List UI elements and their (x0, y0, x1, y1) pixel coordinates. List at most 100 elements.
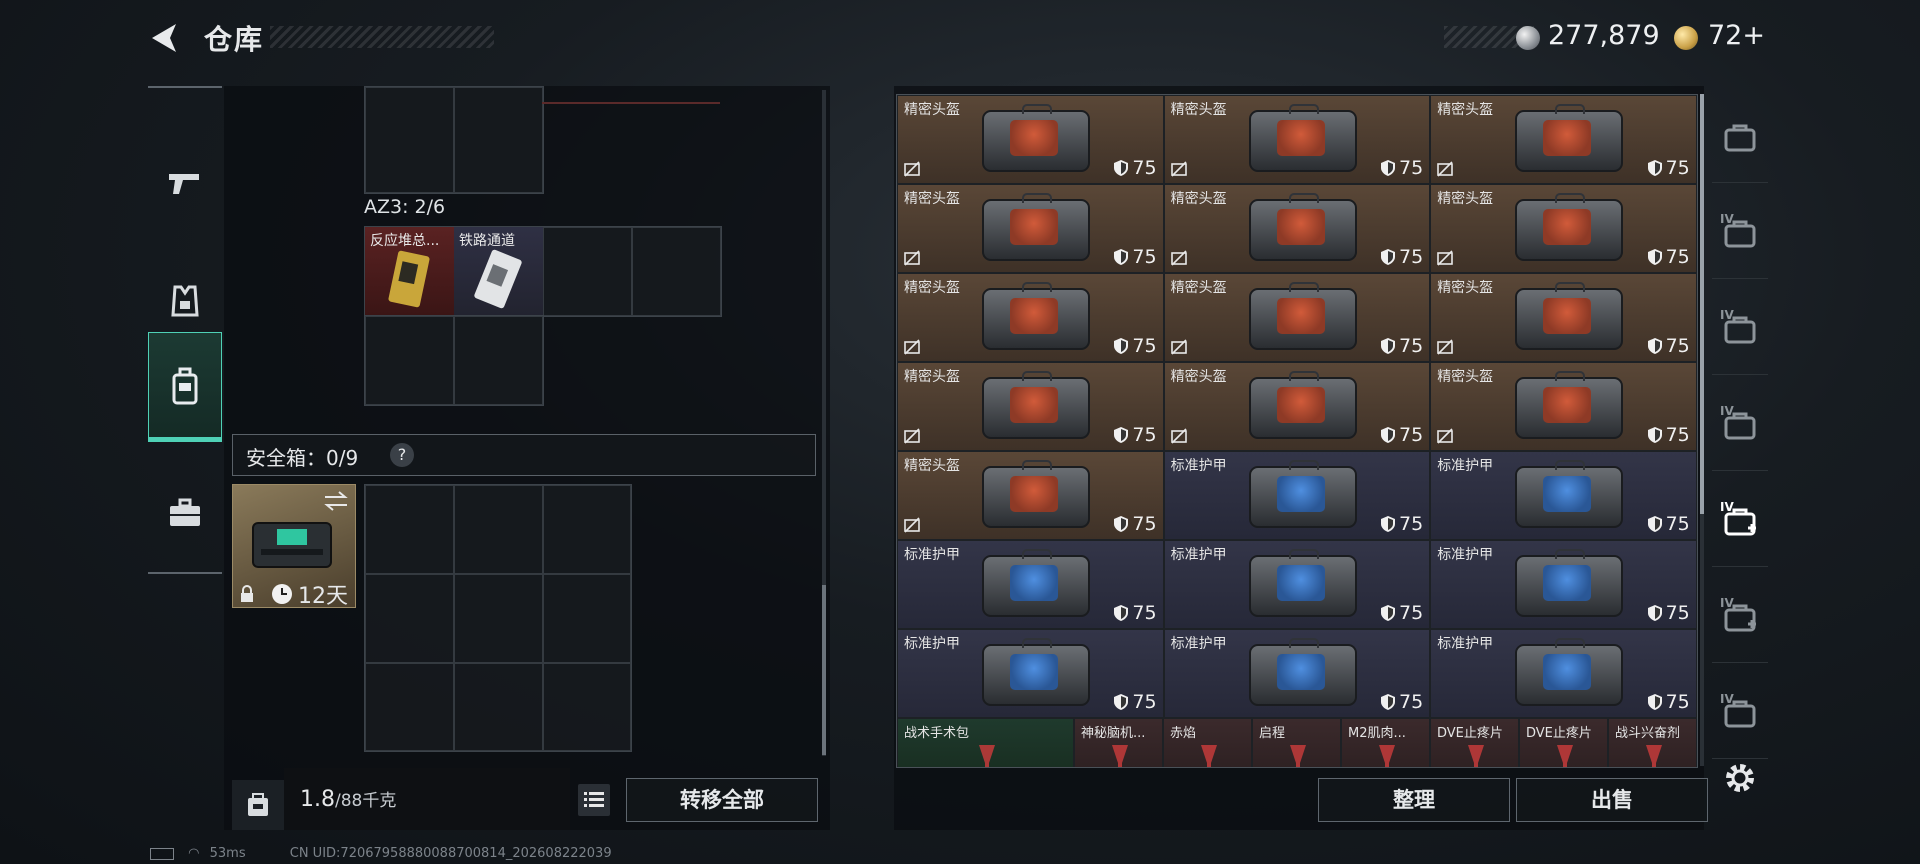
settings-gear-icon[interactable] (1722, 760, 1758, 796)
stash-item-consumable[interactable]: 启程 (1252, 718, 1341, 767)
stash-item-consumable[interactable]: 战术手术包 (897, 718, 1074, 767)
stash-scrollbar-thumb[interactable] (1700, 94, 1704, 514)
grid-cell[interactable] (454, 663, 543, 751)
tab-backpack[interactable] (148, 332, 222, 442)
durability: 75 (1647, 513, 1690, 535)
stash-item-armor[interactable]: 标准护甲 75 (1163, 451, 1431, 540)
stash-item-helmet[interactable]: 精密头盔 75 (897, 95, 1164, 184)
grid-cell[interactable] (632, 227, 721, 316)
tab-case[interactable] (148, 458, 222, 568)
grid-cell[interactable] (454, 316, 543, 405)
filter-tab-7[interactable]: IV (1712, 670, 1768, 759)
grid-cell[interactable] (543, 663, 631, 751)
grid-cell[interactable] (543, 227, 632, 316)
item-name: 精密头盔 (1170, 369, 1227, 385)
item-name: 反应堆总... (370, 233, 440, 249)
stash-item-consumable[interactable]: 神秘脑机... (1074, 718, 1163, 767)
item-reactor[interactable]: 反应堆总... (365, 227, 454, 316)
stash-item-consumable[interactable]: 赤焰 (1163, 718, 1252, 767)
page-title: 仓库 (204, 23, 265, 56)
shield-icon (1114, 249, 1129, 265)
filter-tab-4[interactable]: IV (1712, 382, 1768, 471)
filter-tab-1[interactable] (1712, 94, 1768, 183)
stash-item-armor[interactable]: 标准护甲 75 (1163, 629, 1431, 718)
left-scrollbar-thumb[interactable] (822, 585, 826, 755)
silver-currency-amount: 277,879 (1548, 20, 1660, 51)
weight-current: 1.8 (300, 787, 335, 812)
durability: 75 (1380, 246, 1423, 268)
grid-cell[interactable] (454, 87, 543, 193)
stash-item-helmet[interactable]: 精密头盔 75 (1163, 273, 1431, 362)
item-name: 精密头盔 (904, 458, 960, 474)
stash-item-helmet[interactable]: 精密头盔 75 (897, 184, 1164, 273)
stash-item-consumable[interactable]: M2肌肉... (1341, 718, 1430, 767)
stash-item-helmet[interactable]: 精密头盔 75 (897, 273, 1164, 362)
durability-value: 75 (1665, 246, 1690, 268)
grid-cell[interactable] (454, 485, 543, 574)
filter-tab-5[interactable]: IV (1712, 478, 1768, 567)
consumable-icon (978, 745, 995, 767)
tier-label: IV (1720, 692, 1734, 706)
helmet-icon (1248, 282, 1357, 350)
help-icon[interactable]: ? (390, 443, 414, 467)
grid-cell[interactable] (543, 574, 631, 663)
stash-item-helmet[interactable]: 精密头盔 75 (897, 362, 1164, 451)
sort-button[interactable]: 整理 (1318, 778, 1510, 822)
stash-item-consumable[interactable]: DVE止疼片 (1519, 718, 1608, 767)
stash-item-armor[interactable]: 标准护甲 75 (897, 540, 1164, 629)
grid-cell[interactable] (365, 485, 454, 574)
durability-value: 75 (1132, 335, 1157, 357)
az3-capacity-label: AZ3: 2/6 (364, 196, 446, 218)
container-grid-top (364, 86, 544, 194)
back-arrow-icon[interactable] (146, 20, 182, 56)
gold-currency-amount[interactable]: 72+ (1708, 20, 1765, 51)
grid-cell[interactable] (365, 87, 454, 193)
armor-icon (1248, 460, 1357, 528)
shield-icon (1647, 605, 1662, 621)
shield-icon (1381, 605, 1395, 621)
stash-item-helmet[interactable]: 精密头盔 75 (1430, 362, 1697, 451)
item-name: 精密头盔 (1437, 102, 1494, 118)
stash-item-helmet[interactable]: 精密头盔 75 (1163, 95, 1431, 184)
grid-cell[interactable] (365, 316, 454, 405)
stash-item-helmet[interactable]: 精密头盔 75 (897, 451, 1164, 540)
stash-item-armor[interactable]: 标准护甲 75 (1430, 629, 1697, 718)
filter-tab-6[interactable]: IV (1712, 574, 1768, 663)
consumable-icon (1645, 745, 1662, 767)
filter-tab-3[interactable]: IV (1712, 286, 1768, 375)
item-name: 战术手术包 (904, 726, 970, 741)
stash-item-helmet[interactable]: 精密头盔 75 (1163, 184, 1431, 273)
sell-button[interactable]: 出售 (1516, 778, 1708, 822)
grid-cell[interactable] (365, 663, 454, 751)
durability-value: 75 (1132, 246, 1157, 268)
helmet-icon (982, 371, 1090, 439)
stash-item-armor[interactable]: 标准护甲 75 (1163, 540, 1431, 629)
durability-value: 75 (1399, 513, 1424, 535)
case-icon (170, 498, 200, 526)
stash-item-consumable[interactable]: 战斗兴奋剂 (1608, 718, 1697, 767)
consumable-icon (1289, 745, 1306, 767)
grid-cell[interactable] (454, 574, 543, 663)
stash-item-armor[interactable]: 标准护甲 75 (1430, 540, 1697, 629)
stash-item-helmet[interactable]: 精密头盔 75 (1430, 95, 1697, 184)
armor-icon (1248, 549, 1357, 617)
filter-tab-2[interactable]: IV (1712, 190, 1768, 279)
stash-item-armor[interactable]: 标准护甲 75 (897, 629, 1164, 718)
stash-item-helmet[interactable]: 精密头盔 75 (1430, 184, 1697, 273)
list-view-button[interactable] (578, 784, 610, 816)
stash-item-armor[interactable]: 标准护甲 75 (1430, 451, 1697, 540)
grid-cell[interactable] (365, 574, 454, 663)
swap-icon[interactable] (323, 491, 349, 511)
az3-grid-row1: 反应堆总... 铁路通道 (364, 226, 722, 317)
item-railway[interactable]: 铁路通道 (454, 227, 543, 316)
stash-item-helmet[interactable]: 精密头盔 75 (1163, 362, 1431, 451)
no-repair-icon (1170, 339, 1187, 355)
transfer-all-button[interactable]: 转移全部 (626, 778, 818, 822)
grid-cell[interactable] (543, 485, 631, 574)
stash-item-helmet[interactable]: 精密头盔 75 (1430, 273, 1697, 362)
tab-weapons[interactable] (148, 128, 222, 238)
item-name: 精密头盔 (904, 191, 960, 207)
durability: 75 (1647, 424, 1690, 446)
stash-item-consumable[interactable]: DVE止疼片 (1430, 718, 1519, 767)
list-icon (584, 792, 604, 807)
